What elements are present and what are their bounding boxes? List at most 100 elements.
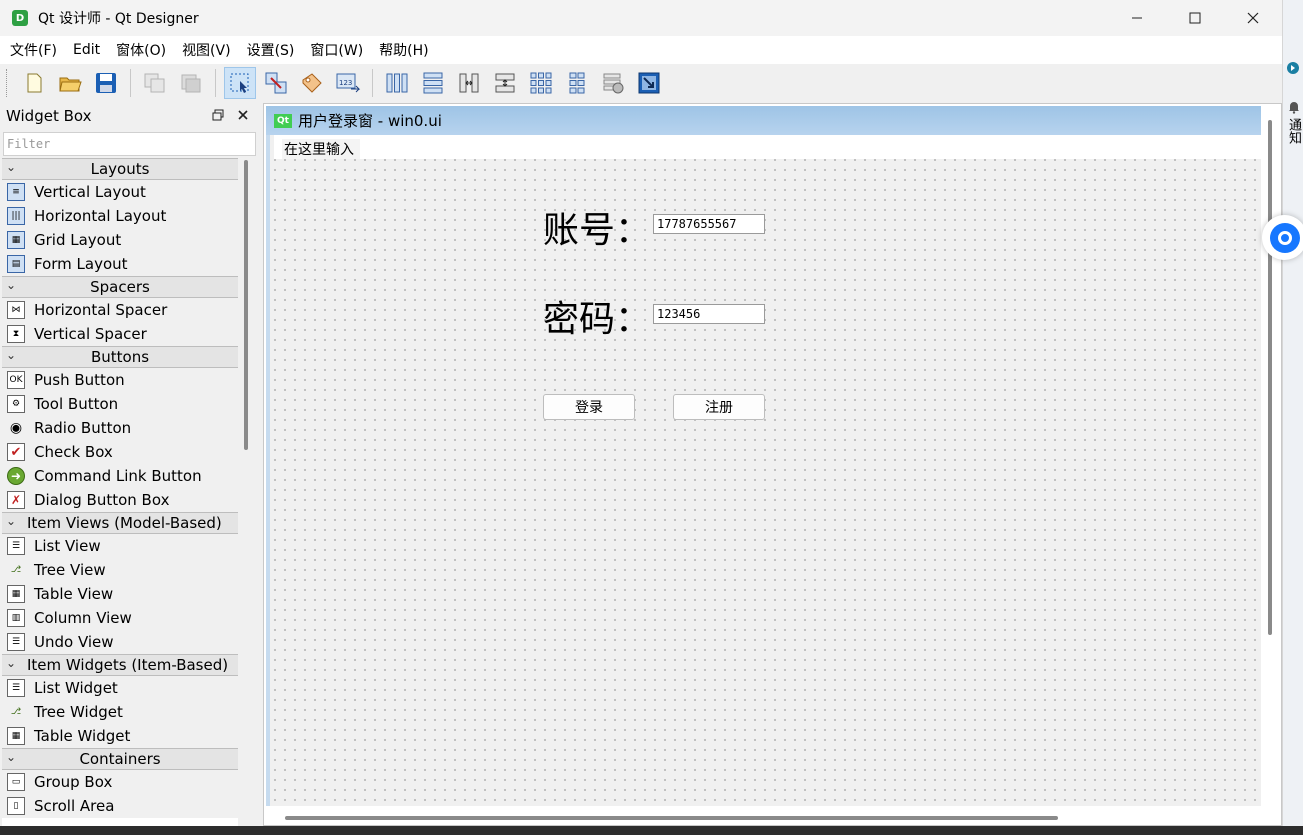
mdi-horizontal-scrollbar[interactable] [285, 816, 1058, 820]
menu-edit[interactable]: Edit [65, 42, 108, 58]
password-field[interactable]: 123456 [653, 304, 765, 324]
toolbar-grip[interactable] [6, 69, 10, 97]
menu-settings[interactable]: 设置(S) [239, 40, 303, 60]
close-panel-icon[interactable] [237, 109, 249, 121]
break-layout-icon[interactable] [597, 67, 629, 99]
form-window-titlebar[interactable]: Qt 用户登录窗 - win0.ui [266, 106, 1261, 135]
password-label[interactable]: 密码： [543, 290, 651, 342]
category-item-views[interactable]: ⌄ Item Views (Model-Based) [2, 512, 238, 534]
save-icon[interactable] [90, 67, 122, 99]
edit-widgets-icon[interactable] [224, 67, 256, 99]
widget-table-view[interactable]: ▦ Table View [2, 582, 238, 606]
menu-file[interactable]: 文件(F) [2, 40, 65, 60]
widget-form-layout[interactable]: ▤ Form Layout [2, 252, 238, 276]
undo-view-icon: ☰ [7, 633, 25, 651]
layout-vertical-icon[interactable] [417, 67, 449, 99]
widget-tree-widget[interactable]: ⎇ Tree Widget [2, 700, 238, 724]
widget-vertical-layout[interactable]: ≡ Vertical Layout [2, 180, 238, 204]
type-here-menu[interactable]: 在这里输入 [282, 139, 360, 159]
widget-tool-button[interactable]: ⚙ Tool Button [2, 392, 238, 416]
toolbar-separator [215, 69, 216, 97]
chevron-down-icon: ⌄ [6, 514, 17, 528]
window-title: Qt 设计师 - Qt Designer [38, 11, 199, 27]
maximize-icon[interactable] [1166, 0, 1224, 36]
category-layouts[interactable]: ⌄ Layouts [2, 158, 238, 180]
paste-icon[interactable] [175, 67, 207, 99]
widget-dialog-button-box[interactable]: ✗ Dialog Button Box [2, 488, 238, 512]
table-widget-icon: ▦ [7, 727, 25, 745]
edit-signals-slots-icon[interactable] [260, 67, 292, 99]
login-button[interactable]: 登录 [543, 394, 635, 420]
open-folder-icon[interactable] [54, 67, 86, 99]
layout-grid-icon[interactable] [525, 67, 557, 99]
category-buttons[interactable]: ⌄ Buttons [2, 346, 238, 368]
widget-column-view[interactable]: ▥ Column View [2, 606, 238, 630]
list-view-icon: ☰ [7, 537, 25, 555]
title-bar: D Qt 设计师 - Qt Designer [0, 0, 1282, 36]
widget-list-widget[interactable]: ☰ List Widget [2, 676, 238, 700]
assistant-logo-icon [1269, 222, 1300, 253]
layout-splitter-horizontal-icon[interactable] [453, 67, 485, 99]
widget-table-widget[interactable]: ▦ Table Widget [2, 724, 238, 748]
account-field[interactable]: 17787655567 [653, 214, 765, 234]
category-containers[interactable]: ⌄ Containers [2, 748, 238, 770]
group-box-icon: ▭ [7, 773, 25, 791]
widget-list-view[interactable]: ☰ List View [2, 534, 238, 558]
chevron-down-icon: ⌄ [6, 348, 17, 362]
widget-list: ⌄ Layouts ≡ Vertical Layout ||| Horizontal… [2, 158, 238, 835]
account-label[interactable]: 账号： [543, 201, 651, 253]
menu-form[interactable]: 窗体(O) [108, 40, 174, 60]
layout-form-icon[interactable] [561, 67, 593, 99]
widget-grid-layout[interactable]: ▦ Grid Layout [2, 228, 238, 252]
new-file-icon[interactable] [18, 67, 50, 99]
category-spacers[interactable]: ⌄ Spacers [2, 276, 238, 298]
side-app-strip: 通知 [1282, 0, 1303, 835]
widget-tree-view[interactable]: ⎇ Tree View [2, 558, 238, 582]
form-canvas[interactable]: 在这里输入 账号： 17787655567 密码： 123456 登录 注册 [266, 135, 1265, 806]
edit-buddies-icon[interactable] [296, 67, 328, 99]
menu-window[interactable]: 窗口(W) [302, 40, 371, 60]
floating-assistant-button[interactable] [1262, 215, 1303, 260]
category-item-widgets[interactable]: ⌄ Item Widgets (Item-Based) [2, 654, 238, 676]
widget-radio-button[interactable]: ◉ Radio Button [2, 416, 238, 440]
menu-view[interactable]: 视图(V) [174, 40, 239, 60]
form-menubar: 在这里输入 [274, 135, 1265, 159]
widget-check-box[interactable]: ✔ Check Box [2, 440, 238, 464]
dialog-button-box-icon: ✗ [7, 491, 25, 509]
filter-input[interactable]: Filter [3, 132, 256, 156]
widget-box-title: Widget Box [6, 107, 92, 125]
widget-horizontal-layout[interactable]: ||| Horizontal Layout [2, 204, 238, 228]
float-panel-icon[interactable] [212, 109, 224, 121]
mdi-vertical-scrollbar[interactable] [1268, 120, 1272, 635]
widget-vertical-spacer[interactable]: ⧗ Vertical Spacer [2, 322, 238, 346]
tree-view-icon: ⎇ [10, 565, 22, 575]
widget-horizontal-spacer[interactable]: ⋈ Horizontal Spacer [2, 298, 238, 322]
tree-widget-icon: ⎇ [10, 707, 22, 717]
grid-layout-icon: ▦ [7, 231, 25, 249]
menu-help[interactable]: 帮助(H) [371, 40, 436, 60]
adjust-size-icon[interactable] [633, 67, 665, 99]
command-link-icon: ➜ [7, 467, 25, 485]
scroll-area-icon: ▯ [7, 797, 25, 815]
edit-tab-order-icon[interactable]: 123 [332, 67, 364, 99]
register-button[interactable]: 注册 [673, 394, 765, 420]
widget-box-scrollbar[interactable] [244, 160, 248, 450]
widget-command-link-button[interactable]: ➜ Command Link Button [2, 464, 238, 488]
widget-push-button[interactable]: OK Push Button [2, 368, 238, 392]
vertical-layout-icon: ≡ [7, 183, 25, 201]
copy-icon[interactable] [139, 67, 171, 99]
side-arrow-icon[interactable] [1285, 60, 1301, 76]
minimize-icon[interactable] [1108, 0, 1166, 36]
layout-horizontal-icon[interactable] [381, 67, 413, 99]
menu-bar: 文件(F) Edit 窗体(O) 视图(V) 设置(S) 窗口(W) 帮助(H) [0, 36, 1282, 64]
close-icon[interactable] [1224, 0, 1282, 36]
widget-group-box[interactable]: ▭ Group Box [2, 770, 238, 794]
notify-label[interactable]: 通知 [1286, 118, 1301, 144]
layout-splitter-vertical-icon[interactable] [489, 67, 521, 99]
chevron-down-icon: ⌄ [6, 656, 17, 670]
bell-icon[interactable] [1287, 100, 1301, 114]
widget-box-panel: Widget Box Filter ⌄ Layouts ≡ Vertical La… [0, 104, 258, 835]
widget-scroll-area[interactable]: ▯ Scroll Area [2, 794, 238, 818]
widget-undo-view[interactable]: ☰ Undo View [2, 630, 238, 654]
vertical-spacer-icon: ⧗ [7, 325, 25, 343]
